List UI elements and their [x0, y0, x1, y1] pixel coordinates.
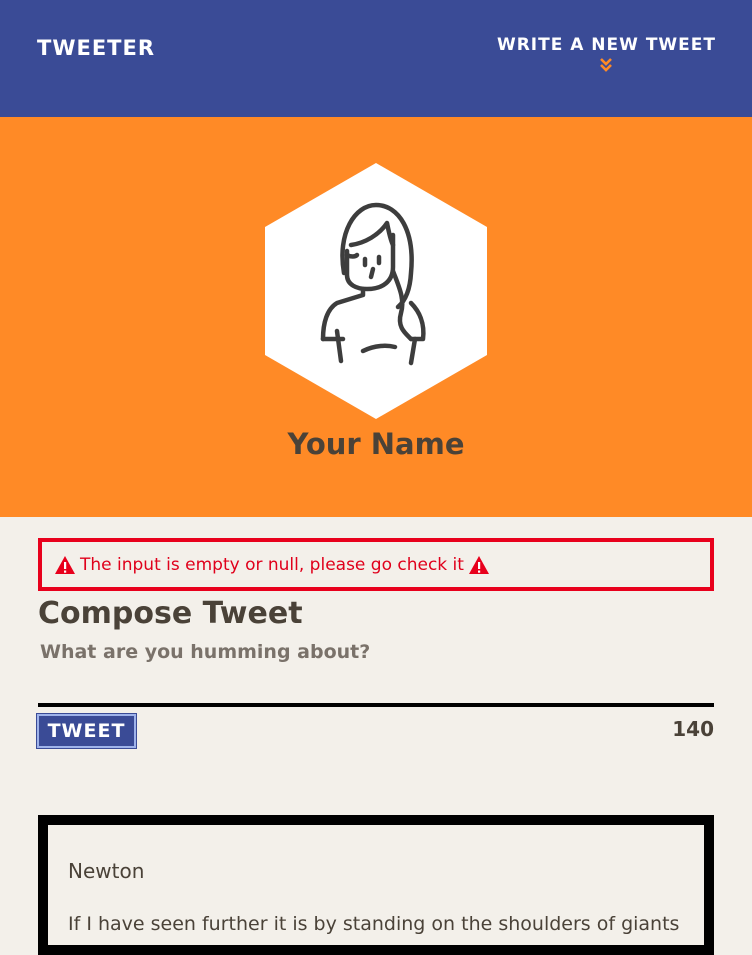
character-counter: 140: [672, 717, 714, 741]
compose-divider: [38, 703, 714, 707]
warning-icon: [468, 555, 489, 574]
error-banner: The input is empty or null, please go ch…: [38, 538, 714, 591]
tweet-text: If I have seen further it is by standing…: [68, 913, 680, 935]
tweet-button[interactable]: TWEET: [36, 713, 137, 749]
error-message: The input is empty or null, please go ch…: [80, 554, 464, 575]
warning-icon: [55, 555, 75, 574]
brand-logo[interactable]: TWEETER: [37, 36, 155, 60]
write-new-tweet-link[interactable]: WRITE A NEW TWEET: [497, 35, 716, 73]
tweet-input[interactable]: [38, 641, 714, 703]
top-nav: TWEETER WRITE A NEW TWEET: [0, 0, 752, 117]
write-new-tweet-label: WRITE A NEW TWEET: [496, 35, 716, 55]
tweet-author: Newton: [68, 859, 145, 883]
user-avatar-icon: [265, 163, 487, 419]
profile-name: Your Name: [287, 427, 465, 461]
double-chevron-down-icon: [600, 58, 613, 72]
profile-header: Your Name: [0, 117, 752, 517]
tweet-card: Newton If I have seen further it is by s…: [38, 815, 714, 955]
compose-title: Compose Tweet: [38, 596, 303, 631]
